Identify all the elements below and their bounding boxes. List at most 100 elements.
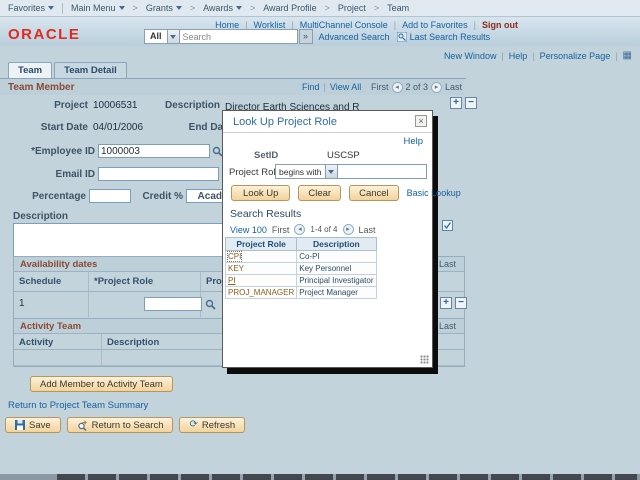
project-role-lookup-icon[interactable] xyxy=(205,299,216,310)
acad-label: Acad xyxy=(190,191,222,202)
breadcrumb: Favorites Main Menu > Grants > Awards > … xyxy=(0,0,640,17)
personalize-page-link[interactable]: Personalize Page xyxy=(540,51,611,61)
description-label: Description xyxy=(140,100,220,111)
row-position: 2 of 3 xyxy=(406,82,429,92)
chevron-down-icon xyxy=(236,6,242,10)
setid-label: SetID xyxy=(254,150,278,161)
help-link[interactable]: Help xyxy=(509,51,528,61)
refresh-icon: ⟳ xyxy=(189,420,197,430)
breadcrumb-separator: > xyxy=(325,3,330,13)
tab-team[interactable]: Team xyxy=(8,62,52,78)
availability-last-label[interactable]: Last xyxy=(439,259,456,269)
breadcrumb-team[interactable]: Team xyxy=(387,3,409,13)
role-link-proj-manager[interactable]: PROJ_MANAGER xyxy=(228,288,294,297)
chevron-down-icon xyxy=(176,6,182,10)
breadcrumb-award-profile[interactable]: Award Profile xyxy=(263,3,316,13)
role-search-input[interactable] xyxy=(337,164,427,179)
email-id-label: Email ID xyxy=(20,169,95,180)
role-link-key[interactable]: KEY xyxy=(228,264,244,273)
search-go-button[interactable]: » xyxy=(299,29,313,44)
cancel-button[interactable]: Cancel xyxy=(349,185,399,201)
role-link-cpi[interactable]: CPI xyxy=(228,252,241,261)
save-disk-icon xyxy=(15,420,25,430)
view-100-link[interactable]: View 100 xyxy=(230,225,267,235)
search-scope-value: All xyxy=(145,30,167,43)
percentage-input[interactable] xyxy=(89,189,131,203)
delete-row-button[interactable]: − xyxy=(465,97,477,109)
first-label[interactable]: First xyxy=(371,82,389,92)
last-search-results-link[interactable]: Last Search Results xyxy=(410,32,491,42)
spellcheck-icon[interactable] xyxy=(442,220,453,231)
view-all-link[interactable]: View All xyxy=(330,82,361,92)
results-col-description: Description xyxy=(297,238,376,251)
chevron-down-icon[interactable] xyxy=(325,165,337,178)
breadcrumb-favorites[interactable]: Favorites xyxy=(8,3,54,13)
search-bar: All » Advanced Search Last Search Result… xyxy=(144,29,490,44)
breadcrumb-separator: > xyxy=(190,3,195,13)
tab-team-detail[interactable]: Team Detail xyxy=(54,62,127,78)
breadcrumb-awards[interactable]: Awards xyxy=(203,3,242,13)
team-member-header: Team Member Find | View All First ◂ 2 of… xyxy=(0,79,464,95)
setid-value: USCSP xyxy=(327,150,360,161)
start-date-label: Start Date xyxy=(30,122,88,133)
chevron-down-icon xyxy=(48,6,54,10)
return-to-summary-link[interactable]: Return to Project Team Summary xyxy=(8,400,148,411)
basic-lookup-link[interactable]: Basic Lookup xyxy=(407,188,461,198)
results-previous-icon[interactable]: ◂ xyxy=(294,224,305,235)
search-input[interactable] xyxy=(180,29,298,44)
search-scope-select[interactable]: All xyxy=(144,29,180,44)
breadcrumb-main-menu[interactable]: Main Menu xyxy=(71,3,125,13)
close-icon[interactable]: × xyxy=(415,115,427,127)
role-desc: Project Manager xyxy=(297,287,376,299)
project-role-input[interactable] xyxy=(144,297,202,311)
employee-id-input[interactable] xyxy=(98,144,210,158)
section-title-availability: Availability dates xyxy=(20,259,97,270)
project-label: Project xyxy=(30,100,88,111)
resize-grip[interactable] xyxy=(420,355,429,364)
results-first-label: First xyxy=(272,225,290,235)
operator-select[interactable]: begins with xyxy=(275,164,338,179)
previous-row-icon[interactable]: ◂ xyxy=(392,82,403,93)
last-label[interactable]: Last xyxy=(445,82,462,92)
availability-add-row-button[interactable]: + xyxy=(440,297,452,309)
role-desc: Principal Investigator xyxy=(297,275,376,287)
lookup-button[interactable]: Look Up xyxy=(231,185,290,201)
availability-delete-row-button[interactable]: − xyxy=(455,297,467,309)
role-link-pi[interactable]: PI xyxy=(228,276,236,285)
layout-grid-icon[interactable]: ▦ xyxy=(623,50,632,61)
taskbar-buttons[interactable] xyxy=(57,474,637,480)
refresh-button[interactable]: ⟳ Refresh xyxy=(179,417,245,433)
breadcrumb-grants[interactable]: Grants xyxy=(146,3,182,13)
add-member-button[interactable]: Add Member to Activity Team xyxy=(30,376,173,392)
breadcrumb-separator: > xyxy=(374,3,379,13)
next-row-icon[interactable]: ▸ xyxy=(431,82,442,93)
new-window-link[interactable]: New Window xyxy=(444,51,497,61)
save-button[interactable]: Save xyxy=(5,417,61,433)
results-last-label: Last xyxy=(359,225,376,235)
header-band: ORACLE Home | Worklist | MultiChannel Co… xyxy=(0,17,640,46)
breadcrumb-project[interactable]: Project xyxy=(338,3,366,13)
return-to-search-button[interactable]: Return to Search xyxy=(67,417,174,433)
dialog-help-link[interactable]: Help xyxy=(403,136,423,147)
find-link[interactable]: Find xyxy=(302,82,320,92)
employee-id-label: *Employee ID xyxy=(20,146,95,157)
percentage-label: Percentage xyxy=(18,191,86,202)
breadcrumb-separator: > xyxy=(133,3,138,13)
lookup-dialog: Look Up Project Role × Help SetID USCSP … xyxy=(222,110,433,368)
add-row-button[interactable]: + xyxy=(450,97,462,109)
chevron-down-icon[interactable] xyxy=(167,30,179,43)
end-date-label: End Date xyxy=(150,122,232,133)
operator-value: begins with xyxy=(276,165,325,178)
table-row: CPI Co-PI xyxy=(226,251,377,263)
results-next-icon[interactable]: ▸ xyxy=(343,224,354,235)
taskbar[interactable] xyxy=(0,474,640,480)
email-id-input[interactable] xyxy=(98,167,219,181)
table-row: PI Principal Investigator xyxy=(226,275,377,287)
breadcrumb-separator: > xyxy=(250,3,255,13)
advanced-search-link[interactable]: Advanced Search xyxy=(319,32,390,42)
section-title-team-member: Team Member xyxy=(8,82,75,93)
oracle-logo: ORACLE xyxy=(8,26,80,43)
clear-button[interactable]: Clear xyxy=(298,185,341,201)
activity-last-label[interactable]: Last xyxy=(439,321,456,331)
table-row: PROJ_MANAGER Project Manager xyxy=(226,287,377,299)
